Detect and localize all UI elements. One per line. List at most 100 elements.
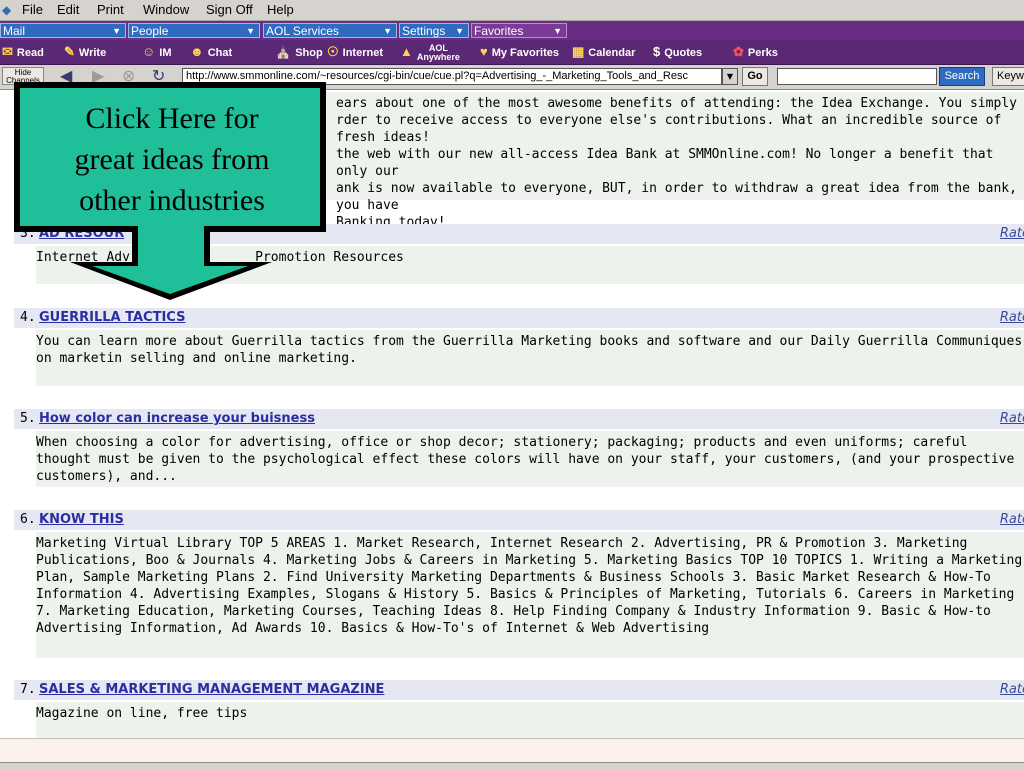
result-description-5: When choosing a color for advertising, o…	[36, 431, 1024, 487]
rate-link[interactable]: Rate	[1000, 682, 1024, 697]
write-button[interactable]: ✎ Write	[64, 43, 106, 61]
rate-link[interactable]: Rate	[1000, 512, 1024, 527]
result-description-7: Magazine on line, free tips	[36, 702, 1024, 738]
running-man-icon: ☺	[142, 44, 156, 59]
dollar-icon: $	[653, 44, 661, 59]
settings-dropdown[interactable]: Settings ▼	[399, 23, 469, 38]
hide-channels-label-2: Channels	[6, 76, 40, 85]
im-label: IM	[159, 47, 172, 59]
intro-line: ank is now available to everyone, BUT, i…	[336, 181, 1017, 213]
menu-sign-off[interactable]: Sign Off	[206, 2, 253, 17]
calendar-icon: ▦	[572, 44, 585, 59]
reload-icon[interactable]: ↻	[152, 66, 165, 85]
aol-services-dropdown[interactable]: AOL Services ▼	[263, 23, 397, 38]
intro-line: ears about one of the most awesome benef…	[336, 96, 1017, 111]
globe-icon: ☉	[327, 44, 339, 59]
people-dropdown[interactable]: People ▼	[128, 23, 260, 38]
callout-line: Click Here for	[85, 102, 259, 135]
perks-button[interactable]: ✿ Perks	[733, 43, 778, 61]
search-button[interactable]: Search	[939, 67, 985, 86]
shop-icon: ⛪	[275, 44, 292, 59]
page-bottom-strip	[0, 738, 1024, 763]
result-number: 6.	[20, 512, 36, 527]
result-link-know-this[interactable]: KNOW THIS	[39, 512, 124, 527]
intro-line: rder to receive access to everyone else'…	[336, 113, 1002, 145]
read-button[interactable]: ✉ Read	[2, 43, 44, 61]
keyword-button[interactable]: Keyw	[992, 67, 1024, 86]
aol-app-icon[interactable]: ◆	[2, 3, 11, 17]
gift-icon: ✿	[733, 44, 744, 59]
calendar-label: Calendar	[588, 47, 636, 59]
result-number: 7.	[20, 682, 36, 697]
mailbox-icon: ✉	[2, 44, 13, 59]
result-link-color-business[interactable]: How color can increase your buisness	[39, 411, 315, 426]
chat-button[interactable]: ☻ Chat	[190, 43, 232, 61]
result-header-5: 5. How color can increase your buisness …	[14, 409, 1024, 429]
heart-folder-icon: ♥	[480, 44, 488, 59]
quotes-button[interactable]: $ Quotes	[653, 43, 702, 61]
aol-anywhere-label-line2: Anywhere	[416, 52, 460, 63]
triangle-logo-icon: ▲	[400, 44, 413, 59]
chat-label: Chat	[207, 47, 233, 59]
calendar-button[interactable]: ▦ Calendar	[572, 43, 635, 61]
aol-services-dropdown-label: AOL Services	[266, 24, 339, 38]
write-label: Write	[78, 47, 107, 59]
menu-help[interactable]: Help	[267, 2, 294, 17]
url-dropdown-icon[interactable]: ▼	[722, 68, 738, 85]
callout-line: other industries	[79, 184, 265, 217]
menu-file[interactable]: File	[22, 2, 43, 17]
callout-text[interactable]: Click Here for great ideas from other in…	[22, 98, 322, 221]
result-description-4: You can learn more about Guerrilla tacti…	[36, 330, 1024, 386]
result-link-ad-resources[interactable]: AD RESOUR	[39, 226, 124, 241]
im-button[interactable]: ☺ IM	[142, 43, 172, 61]
result-header-3: 3. AD RESOUR Rate	[14, 224, 1024, 244]
menu-bar: ◆ File Edit Print Window Sign Off Help	[0, 0, 1024, 21]
chevron-down-icon: ▼	[383, 26, 392, 36]
go-button[interactable]: Go	[742, 67, 768, 86]
aol-anywhere-label: AOL Anywhere	[417, 44, 460, 62]
intro-line: the web with our new all-access Idea Ban…	[336, 147, 994, 179]
rate-link[interactable]: Rate	[1000, 411, 1024, 426]
forward-arrow-icon[interactable]: ▶	[92, 66, 104, 85]
result-link-sales-marketing-magazine[interactable]: SALES & MARKETING MANAGEMENT MAGAZINE	[39, 682, 384, 697]
search-input[interactable]	[777, 68, 937, 85]
aol-anywhere-button[interactable]: ▲ AOL Anywhere	[400, 43, 460, 62]
chevron-down-icon: ▼	[455, 26, 464, 36]
chat-people-icon: ☻	[190, 44, 204, 59]
my-favorites-label: My Favorites	[491, 47, 559, 59]
shop-label: Shop	[295, 47, 323, 59]
menu-edit[interactable]: Edit	[57, 2, 79, 17]
result-number: 5.	[20, 411, 36, 426]
mail-dropdown[interactable]: Mail ▼	[0, 23, 126, 38]
favorites-dropdown[interactable]: Favorites ▼	[471, 23, 567, 38]
callout-line: great ideas from	[74, 143, 270, 176]
internet-label: Internet	[342, 47, 383, 59]
result-number: 4.	[20, 310, 36, 325]
result-description-6: Marketing Virtual Library TOP 5 AREAS 1.…	[36, 532, 1024, 658]
hide-channels-button[interactable]: Hide Channels	[2, 67, 44, 85]
result-description-3: Internet Adv Promotion Resources	[36, 246, 1024, 284]
back-arrow-icon[interactable]: ◀	[60, 66, 72, 85]
aol-toolbar: ✉ Read ✎ Write ☺ IM ☻ Chat ⛪ Shop ☉ Internet ▲…	[0, 40, 1024, 65]
internet-button[interactable]: ☉ Internet	[327, 43, 383, 61]
shop-button[interactable]: ⛪ Shop	[275, 43, 323, 61]
url-field[interactable]: http://www.smmonline.com/~resources/cgi-…	[182, 68, 722, 85]
channel-bar: Mail ▼ People ▼ AOL Services ▼ Settings ▼ Fa…	[0, 21, 1024, 40]
result-number: 3.	[20, 226, 36, 241]
result-link-guerrilla-tactics[interactable]: GUERRILLA TACTICS	[39, 310, 185, 325]
my-favorites-button[interactable]: ♥ My Favorites	[480, 43, 559, 61]
rate-link[interactable]: Rate	[1000, 310, 1024, 325]
address-bar: Hide Channels ◀ ▶ ⊗ ↻ http://www.smmonlin…	[0, 65, 1024, 90]
menu-print[interactable]: Print	[97, 2, 124, 17]
perks-label: Perks	[747, 47, 778, 59]
menu-window[interactable]: Window	[143, 2, 189, 17]
stop-icon[interactable]: ⊗	[122, 66, 135, 85]
quotes-label: Quotes	[664, 47, 703, 59]
result-header-7: 7. SALES & MARKETING MANAGEMENT MAGAZINE…	[14, 680, 1024, 700]
read-label: Read	[16, 47, 44, 59]
mail-dropdown-label: Mail	[3, 24, 26, 38]
chevron-down-icon: ▼	[246, 26, 255, 36]
chevron-down-icon: ▼	[553, 26, 562, 36]
result-header-6: 6. KNOW THIS Rate	[14, 510, 1024, 530]
rate-link[interactable]: Rate	[1000, 226, 1024, 241]
